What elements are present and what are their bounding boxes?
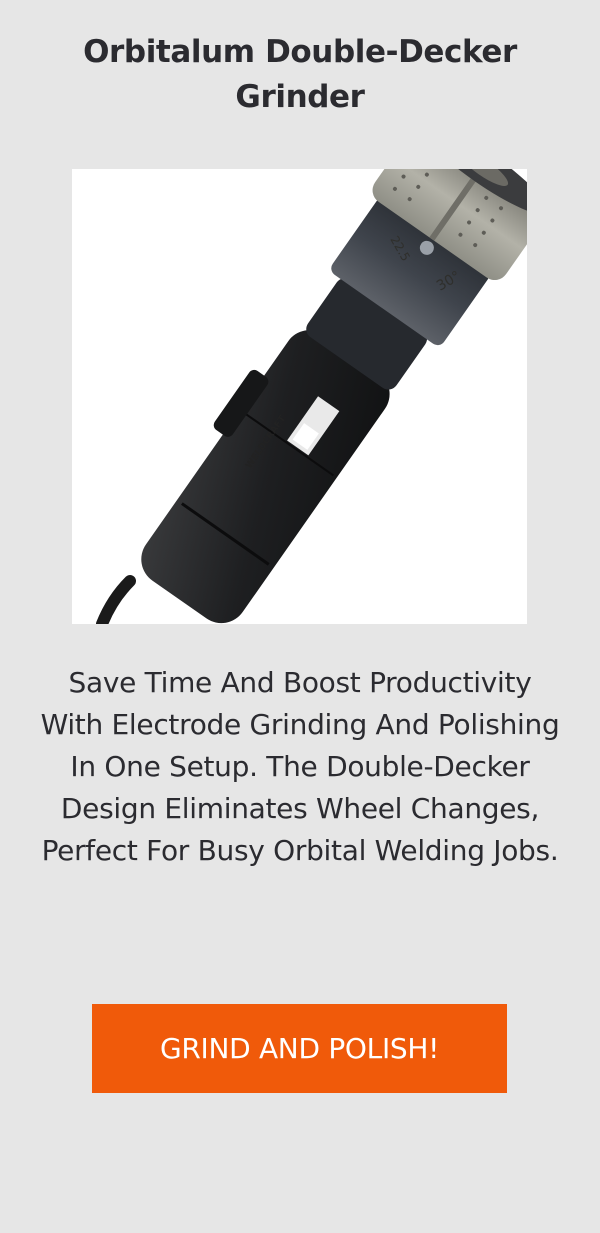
- grinder-illustration: WELDCRAFT 30° 22.5: [96, 169, 527, 624]
- product-description: Save Time And Boost Productivity With El…: [40, 666, 560, 867]
- page-title: Orbitalum Double-Decker Grinder: [83, 34, 517, 115]
- product-card: Orbitalum Double-Decker Grinder WELDCRAF…: [0, 0, 600, 1233]
- product-image: WELDCRAFT 30° 22.5: [72, 169, 527, 624]
- grind-and-polish-button[interactable]: GRIND AND POLISH!: [92, 1004, 507, 1093]
